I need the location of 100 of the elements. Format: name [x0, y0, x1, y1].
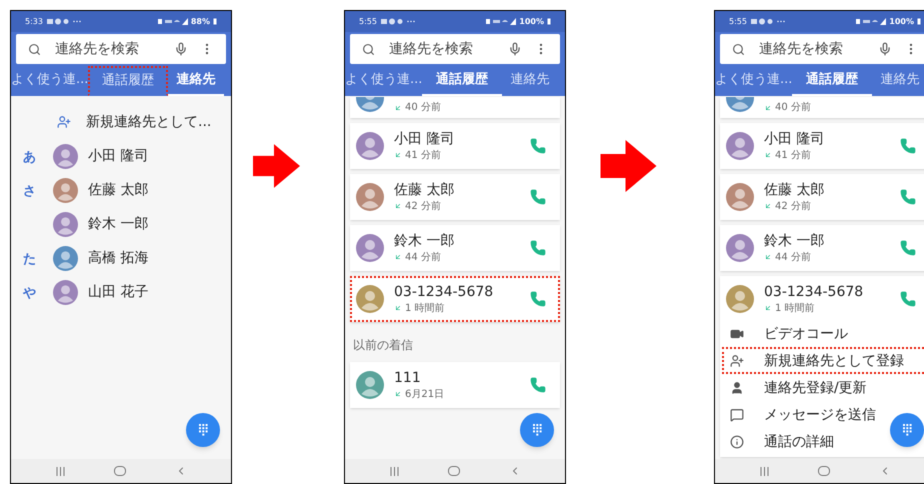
contact-name[interactable]: 佐藤 太郎	[88, 180, 148, 200]
menu-item[interactable]: 連絡先登録/更新	[722, 374, 924, 401]
signal-icons	[158, 18, 188, 25]
caller-name: 03-1234-5678	[764, 282, 864, 300]
battery-icon	[213, 18, 217, 25]
battery-icon	[917, 18, 921, 25]
notification-icons	[46, 18, 83, 25]
phone-icon	[900, 291, 916, 307]
search-field[interactable]: 連絡先を検索	[720, 34, 924, 64]
call-time: 1 時間前	[405, 302, 445, 316]
tab[interactable]: 通話履歴	[88, 66, 168, 96]
incoming-call-icon	[764, 304, 772, 312]
call-button[interactable]	[530, 189, 546, 205]
recent-apps-icon[interactable]	[390, 466, 398, 476]
caller-name: 小田 隆司	[394, 130, 454, 148]
phone-icon	[900, 240, 916, 256]
home-icon[interactable]	[818, 466, 830, 476]
battery-level: 100%	[519, 16, 544, 28]
index-letter: や	[23, 286, 36, 301]
phone-icon	[530, 291, 546, 307]
incoming-call-icon	[764, 202, 772, 210]
call-card[interactable]: 40 分前	[350, 97, 560, 118]
index-letter: あ	[23, 150, 36, 165]
battery-level: 100%	[889, 16, 914, 28]
caller-name: 111	[394, 368, 422, 386]
search-icon	[732, 42, 745, 56]
dialpad-icon	[532, 424, 542, 436]
call-button[interactable]	[900, 138, 916, 154]
person-icon	[730, 380, 744, 394]
call-card[interactable]: 鈴木 一郎 44 分前	[720, 225, 924, 271]
call-time: 42 分前	[775, 200, 811, 214]
call-card[interactable]: 03-1234-5678 1 時間前 ビデオコール 新規連絡先として登録 連絡先登録/更新 メッセージを送信 通話の詳細	[720, 276, 924, 457]
microphone-icon	[174, 42, 188, 56]
microphone-icon	[878, 42, 892, 56]
phone-icon	[530, 189, 546, 205]
info-icon	[730, 434, 744, 448]
call-time: 41 分前	[405, 148, 441, 162]
dialpad-button[interactable]	[186, 413, 220, 447]
incoming-call-icon	[764, 253, 772, 261]
search-field[interactable]: 連絡先を検索	[350, 34, 560, 64]
caller-name: 佐藤 太郎	[394, 180, 454, 198]
caller-name: 佐藤 太郎	[764, 180, 824, 198]
add-person-icon	[57, 115, 71, 129]
contact-name[interactable]: 鈴木 一郎	[88, 214, 148, 234]
tab[interactable]: よく使う連...	[345, 66, 422, 96]
call-card[interactable]: 小田 隆司 41 分前	[350, 123, 560, 169]
notification-icons	[380, 18, 417, 25]
contact-name[interactable]: 小田 隆司	[88, 146, 148, 166]
caller-name: 小田 隆司	[764, 130, 824, 148]
call-button[interactable]	[530, 240, 546, 256]
incoming-call-icon	[394, 151, 402, 159]
menu-item[interactable]: メッセージを送信	[722, 401, 924, 428]
new-contact-item[interactable]: 新規連絡先として...	[11, 105, 231, 139]
menu-item[interactable]: 通話の詳細	[722, 428, 924, 455]
home-icon[interactable]	[114, 466, 126, 476]
call-card[interactable]: 小田 隆司 41 分前	[720, 123, 924, 169]
search-field[interactable]: 連絡先を検索	[16, 34, 226, 64]
recent-apps-icon[interactable]	[760, 466, 768, 476]
dialpad-button[interactable]	[520, 413, 554, 447]
tab[interactable]: 連絡先	[872, 66, 924, 96]
signal-icons	[856, 18, 886, 25]
call-card[interactable]: 佐藤 太郎 42 分前	[720, 174, 924, 220]
incoming-call-icon	[394, 253, 402, 261]
call-button[interactable]	[900, 240, 916, 256]
incoming-call-icon	[394, 104, 402, 112]
phone-icon	[900, 138, 916, 154]
menu-item[interactable]: ビデオコール	[722, 320, 924, 347]
incoming-call-icon	[764, 104, 772, 112]
notification-icons	[750, 18, 787, 25]
call-time: 44 分前	[775, 250, 811, 264]
incoming-call-icon	[394, 390, 402, 398]
contact-name[interactable]: 山田 花子	[88, 282, 148, 302]
call-button[interactable]	[530, 138, 546, 154]
phone-icon	[530, 377, 546, 393]
arrow	[600, 140, 657, 192]
contact-name[interactable]: 高橋 拓海	[88, 248, 148, 268]
call-button[interactable]	[900, 291, 916, 307]
tab[interactable]: 連絡先	[168, 66, 224, 96]
phone-icon	[530, 138, 546, 154]
call-card[interactable]: 40 分前	[720, 97, 924, 118]
call-card[interactable]: 佐藤 太郎 42 分前	[350, 174, 560, 220]
call-card[interactable]: 鈴木 一郎 44 分前	[350, 225, 560, 271]
dialpad-icon	[902, 424, 912, 436]
recent-apps-icon[interactable]	[56, 466, 64, 476]
incoming-call-icon	[394, 202, 402, 210]
incoming-call-icon	[764, 151, 772, 159]
call-card[interactable]: 03-1234-5678 1 時間前	[350, 276, 560, 322]
search-icon	[362, 42, 375, 56]
call-card[interactable]: 111 6月21日	[350, 362, 560, 408]
call-button[interactable]	[530, 377, 546, 393]
home-icon[interactable]	[448, 466, 460, 476]
menu-item[interactable]: 新規連絡先として登録	[722, 347, 924, 374]
incoming-call-icon	[394, 304, 402, 312]
tab[interactable]: 連絡先	[502, 66, 558, 96]
tab[interactable]: よく使う連...	[11, 66, 88, 96]
tab[interactable]: よく使う連...	[715, 66, 792, 96]
call-button[interactable]	[900, 189, 916, 205]
section-heading: 以前の着信	[352, 337, 414, 354]
call-button[interactable]	[530, 291, 546, 307]
battery-icon	[547, 18, 551, 25]
